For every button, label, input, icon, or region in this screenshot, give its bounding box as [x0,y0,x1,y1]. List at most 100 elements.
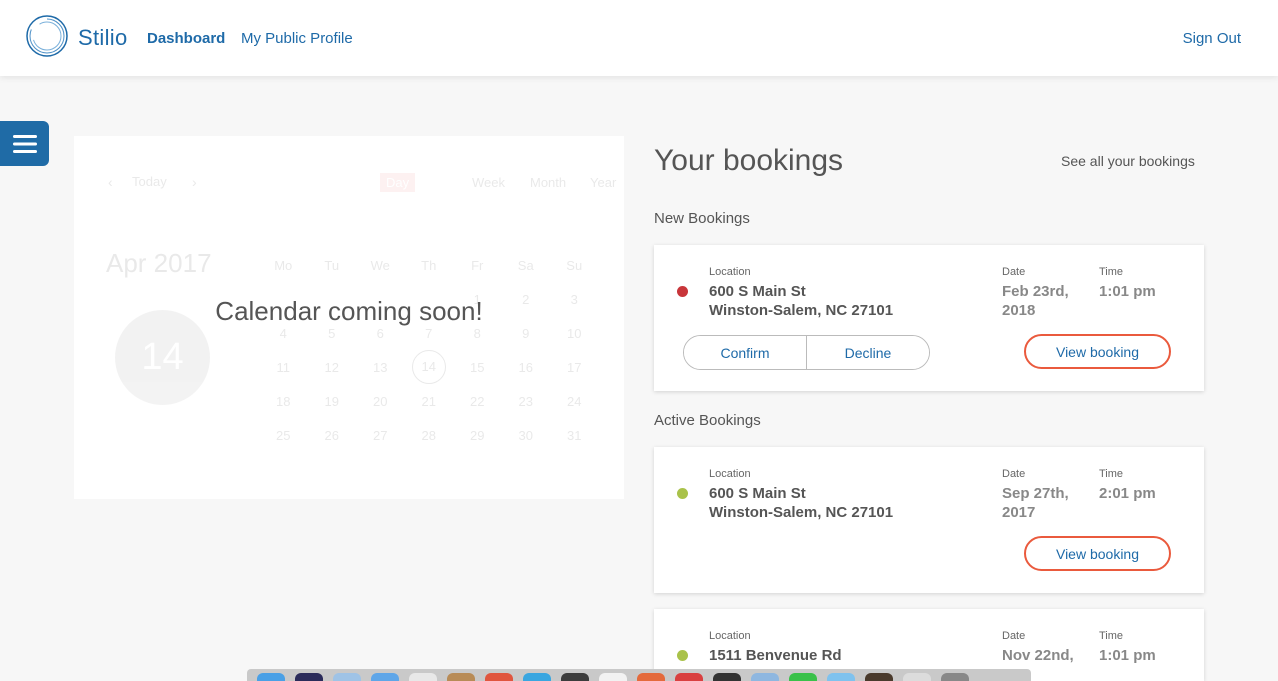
calendar-day: 7 [425,325,433,341]
view-booking-button[interactable]: View booking [1024,334,1171,369]
app-icon[interactable] [523,673,551,681]
weekday-label: Th [421,257,437,273]
confirm-decline-group: Confirm Decline [683,335,930,370]
app-icon[interactable] [447,673,475,681]
booking-card-new: Location 600 S Main St Winston-Salem, NC… [654,245,1204,391]
calendar-day: 19 [324,393,339,409]
terminal-icon[interactable] [713,673,741,681]
calendar-day: 8 [473,325,481,341]
calendar-today-button: Today [132,174,167,189]
system-dock [247,669,1031,681]
finder-icon[interactable] [257,673,285,681]
brand-name[interactable]: Stilio [78,25,128,51]
nav-dashboard[interactable]: Dashboard [147,30,225,47]
calendar-day: 23 [518,393,533,409]
calendar-day: 28 [421,427,436,443]
weekday-label: Su [566,257,583,273]
safari-icon[interactable] [371,673,399,681]
messages-icon[interactable] [789,673,817,681]
stilio-logo-icon[interactable] [25,14,69,58]
location-line1: 600 S Main St [709,485,806,502]
calendar-day: 25 [276,427,291,443]
calendar-day: 10 [567,325,582,341]
app-icon[interactable] [751,673,779,681]
location-line1: 1511 Benvenue Rd [709,647,842,664]
sign-out-link[interactable]: Sign Out [1183,30,1241,47]
app-icon[interactable] [599,673,627,681]
active-bookings-heading: Active Bookings [654,412,761,429]
calendar-day: 29 [470,427,485,443]
mail-icon[interactable] [409,673,437,681]
calendar-coming-soon: Calendar coming soon! [215,296,483,326]
date-line2: 2017 [1002,504,1036,521]
calendar-week-row: 11 12 13 14 15 16 17 [259,350,599,384]
location-label: Location [709,266,751,278]
chevron-right-icon: › [192,174,197,190]
calendar-day-today: 14 [411,350,446,384]
app-icon[interactable] [333,673,361,681]
top-navbar: Stilio Dashboard My Public Profile Sign … [0,0,1278,76]
weekday-label: Sa [517,257,534,273]
status-dot [677,488,688,499]
calendar-month-label: Apr 2017 [106,248,212,278]
calendar-day: 20 [373,393,388,409]
confirm-button[interactable]: Confirm [684,336,806,369]
app-icon[interactable] [561,673,589,681]
weekday-label: Fr [471,257,484,273]
time-value: 1:01 pm [1099,647,1156,664]
calendar-day: 24 [567,393,582,409]
weekday-label: We [370,257,390,273]
weekday-label: Mo [274,257,293,273]
see-all-bookings-link[interactable]: See all your bookings [1061,153,1195,169]
calendar-week-row: 18 19 20 21 22 23 24 [259,384,599,418]
calendar-day: 27 [373,427,388,443]
calendar-day: 13 [373,359,388,375]
new-bookings-heading: New Bookings [654,210,750,227]
location-label: Location [709,630,751,642]
app-icon[interactable] [637,673,665,681]
calendar-day: 17 [567,359,582,375]
date-line1: Nov 22nd, [1002,647,1074,664]
calendar-day: 16 [518,359,533,375]
calendar-day: 15 [470,359,485,375]
calendar-app-icon[interactable] [485,673,513,681]
time-label: Time [1099,266,1124,278]
date-line1: Sep 27th, [1002,485,1069,502]
calendar-view-day: Day [380,173,416,192]
app-icon[interactable] [827,673,855,681]
calendar-day: 12 [324,359,339,375]
calendar-day: 21 [421,393,436,409]
date-label: Date [1002,468,1026,480]
calendar-grid: Mo Tu We Th Fr Sa Su 1 2 3 4 5 6 7 8 9 1… [259,248,599,452]
calendar-day: 5 [328,325,336,341]
hamburger-icon [12,134,37,153]
app-icon[interactable] [865,673,893,681]
calendar-toolbar: ‹ Today › Day Week Month Year [104,161,616,201]
booking-card-active: Location 600 S Main St Winston-Salem, NC… [654,447,1204,593]
calendar-day: 4 [279,325,287,341]
calendar-view-year: Year [590,175,617,190]
calendar-panel: ‹ Today › Day Week Month Year Apr 2017 1… [74,136,624,499]
app-icon[interactable] [675,673,703,681]
location-line2: Winston-Salem, NC 27101 [709,302,894,319]
nav-public-profile[interactable]: My Public Profile [241,30,353,47]
date-line2: 2018 [1002,302,1036,319]
app-icon[interactable] [903,673,931,681]
view-booking-button[interactable]: View booking [1024,536,1171,571]
date-label: Date [1002,266,1026,278]
location-line2: Winston-Salem, NC 27101 [709,504,894,521]
sidebar-menu-button[interactable] [0,121,49,166]
calendar-day: 18 [276,393,291,409]
status-dot [677,650,688,661]
app-icon[interactable] [295,673,323,681]
calendar-week-row: 25 26 27 28 29 30 31 [259,418,599,452]
time-value: 1:01 pm [1099,283,1156,300]
calendar-view-month: Month [530,175,567,190]
decline-button[interactable]: Decline [806,336,929,369]
time-label: Time [1099,468,1124,480]
time-value: 2:01 pm [1099,485,1156,502]
trash-icon[interactable] [941,673,969,681]
location-label: Location [709,468,751,480]
chevron-left-icon: ‹ [108,174,113,190]
weekday-label: Tu [324,257,340,273]
